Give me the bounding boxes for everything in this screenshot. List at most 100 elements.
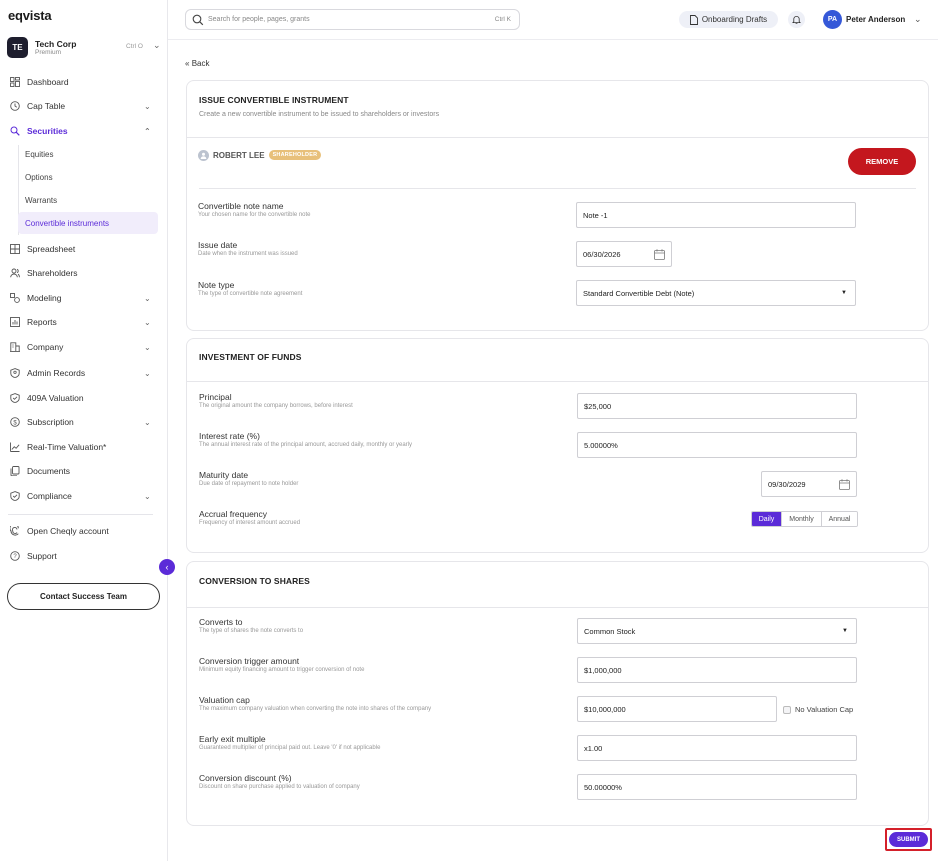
sidebar-item-modeling[interactable]: Modeling ⌄: [0, 288, 168, 308]
field-value: $1,000,000: [584, 665, 622, 675]
clock-icon: [10, 101, 20, 111]
field-label: Accrual frequency: [199, 509, 268, 519]
search-input[interactable]: Search for people, pages, grants Ctrl K: [185, 9, 520, 30]
conversion-trigger-field[interactable]: $1,000,000: [577, 657, 857, 683]
principal-field[interactable]: $25,000: [577, 393, 857, 419]
sidebar-item-admin-records[interactable]: Admin Records ⌄: [0, 363, 168, 383]
contact-success-team-button[interactable]: Contact Success Team: [7, 583, 160, 610]
search-shortcut: Ctrl K: [494, 16, 511, 23]
field-label: Issue date: [198, 240, 238, 250]
submit-button[interactable]: SUBMIT: [889, 832, 928, 847]
caret-down-icon: ▼: [841, 290, 847, 296]
sidebar-item-label: Compliance: [27, 491, 72, 501]
sidebar-item-compliance[interactable]: Compliance ⌄: [0, 486, 168, 506]
sidebar-subitem-convertible-instruments[interactable]: Convertible instruments: [18, 212, 158, 234]
sidebar-subitem-options[interactable]: Options: [18, 166, 158, 188]
field-help: The original amount the company borrows,…: [199, 403, 353, 409]
field-value: 5.00000%: [584, 440, 618, 450]
field-value: 09/30/2029: [768, 479, 806, 489]
chevron-down-icon: ⌄: [144, 417, 151, 427]
calendar-icon[interactable]: [839, 479, 850, 490]
search-placeholder: Search for people, pages, grants: [208, 16, 310, 23]
org-name: Tech Corp: [35, 39, 77, 49]
field-value: Standard Convertible Debt (Note): [583, 288, 695, 298]
sidebar-item-label: Spreadsheet: [27, 244, 76, 254]
back-link[interactable]: « Back: [185, 59, 209, 68]
note-type-select[interactable]: Standard Convertible Debt (Note) ▼: [576, 280, 856, 306]
accrual-option-monthly[interactable]: Monthly: [781, 512, 821, 526]
sidebar-item-subscription[interactable]: $ Subscription ⌄: [0, 412, 168, 432]
sidebar-item-company[interactable]: Company ⌄: [0, 337, 168, 357]
field-label: Principal: [199, 392, 232, 402]
notifications-button[interactable]: [788, 11, 805, 28]
document-icon: [689, 14, 698, 25]
dashboard-icon: [10, 77, 20, 87]
field-value: 06/30/2026: [583, 249, 621, 259]
org-avatar: TE: [7, 37, 28, 58]
sidebar-item-real-time-valuation[interactable]: Real-Time Valuation*: [0, 437, 168, 457]
sidebar-item-shareholders[interactable]: Shareholders: [0, 263, 168, 283]
app-logo[interactable]: eqvista: [8, 8, 52, 23]
accrual-option-daily[interactable]: Daily: [752, 512, 781, 526]
note-name-field[interactable]: Note -1: [576, 202, 856, 228]
spreadsheet-icon: [10, 244, 20, 254]
onboarding-drafts-label: Onboarding Drafts: [701, 15, 768, 24]
field-value: 50.00000%: [584, 782, 622, 792]
collapse-sidebar-button[interactable]: ‹: [159, 559, 175, 575]
sidebar-item-spreadsheet[interactable]: Spreadsheet: [0, 239, 168, 259]
sidebar-item-cap-table[interactable]: Cap Table ⌄: [0, 96, 168, 116]
calendar-icon[interactable]: [654, 249, 665, 260]
sidebar-item-409a-valuation[interactable]: 409A Valuation: [0, 388, 168, 408]
early-exit-multiple-field[interactable]: x1.00: [577, 735, 857, 761]
field-label: Maturity date: [199, 470, 249, 480]
avatar[interactable]: PA: [823, 10, 842, 29]
user-name[interactable]: Peter Anderson: [846, 15, 905, 24]
sidebar-item-securities[interactable]: Securities ⌃: [0, 121, 168, 141]
field-label: Interest rate (%): [199, 431, 260, 441]
sidebar-item-label: Dashboard: [27, 77, 69, 87]
sidebar-item-reports[interactable]: Reports ⌄: [0, 312, 168, 332]
field-label: Convertible note name: [198, 201, 284, 211]
field-help: Your chosen name for the convertible not…: [198, 212, 311, 218]
sidebar-subitem-warrants[interactable]: Warrants: [18, 189, 158, 211]
field-help: Date when the instrument was issued: [198, 251, 298, 257]
field-value: Common Stock: [584, 626, 636, 636]
maturity-date-field[interactable]: 09/30/2029: [761, 471, 857, 497]
converts-to-select[interactable]: Common Stock ▼: [577, 618, 857, 644]
org-switcher[interactable]: TE Tech Corp Premium Ctrl O ⌄: [7, 37, 163, 61]
section-title: INVESTMENT OF FUNDS: [199, 352, 302, 362]
cheqly-icon: [10, 526, 20, 536]
dollar-icon: $: [10, 417, 20, 427]
section-subtitle: Create a new convertible instrument to b…: [199, 111, 440, 118]
accrual-option-annual[interactable]: Annual: [821, 512, 857, 526]
chevron-down-icon: ⌄: [144, 101, 151, 111]
sidebar-item-support[interactable]: ? Support: [0, 546, 168, 566]
status-badge: SHAREHOLDER: [268, 150, 322, 160]
checkbox[interactable]: [783, 705, 791, 714]
sidebar-item-open-cheqly-account[interactable]: Open Cheqly account: [0, 521, 168, 541]
field-help: The maximum company valuation when conve…: [199, 706, 432, 712]
no-valuation-cap-checkbox[interactable]: No Valuation Cap: [783, 705, 853, 714]
chevron-down-icon: ⌄: [144, 293, 151, 303]
field-label: Conversion trigger amount: [199, 656, 300, 666]
modeling-icon: [10, 293, 20, 303]
sidebar-item-documents[interactable]: Documents: [0, 461, 168, 481]
interest-rate-field[interactable]: 5.00000%: [577, 432, 857, 458]
conversion-discount-field[interactable]: 50.00000%: [577, 774, 857, 800]
sidebar-subitem-equities[interactable]: Equities: [18, 143, 158, 165]
onboarding-drafts-button[interactable]: Onboarding Drafts: [679, 11, 778, 28]
help-icon: ?: [10, 551, 20, 561]
sidebar-item-label: Admin Records: [27, 368, 86, 378]
remove-button[interactable]: REMOVE: [848, 148, 916, 175]
issue-date-field[interactable]: 06/30/2026: [576, 241, 672, 267]
back-label: Back: [191, 59, 210, 68]
field-label: Valuation cap: [199, 695, 250, 705]
compliance-icon: [10, 491, 20, 501]
divider: [187, 381, 928, 382]
accrual-frequency-toggle[interactable]: Daily Monthly Annual: [751, 511, 858, 527]
valuation-cap-field[interactable]: $10,000,000: [577, 696, 777, 722]
field-value: $25,000: [584, 401, 612, 411]
sidebar-item-dashboard[interactable]: Dashboard: [0, 72, 168, 92]
search-icon: [192, 14, 204, 26]
chevron-down-icon[interactable]: ⌄: [914, 14, 922, 25]
